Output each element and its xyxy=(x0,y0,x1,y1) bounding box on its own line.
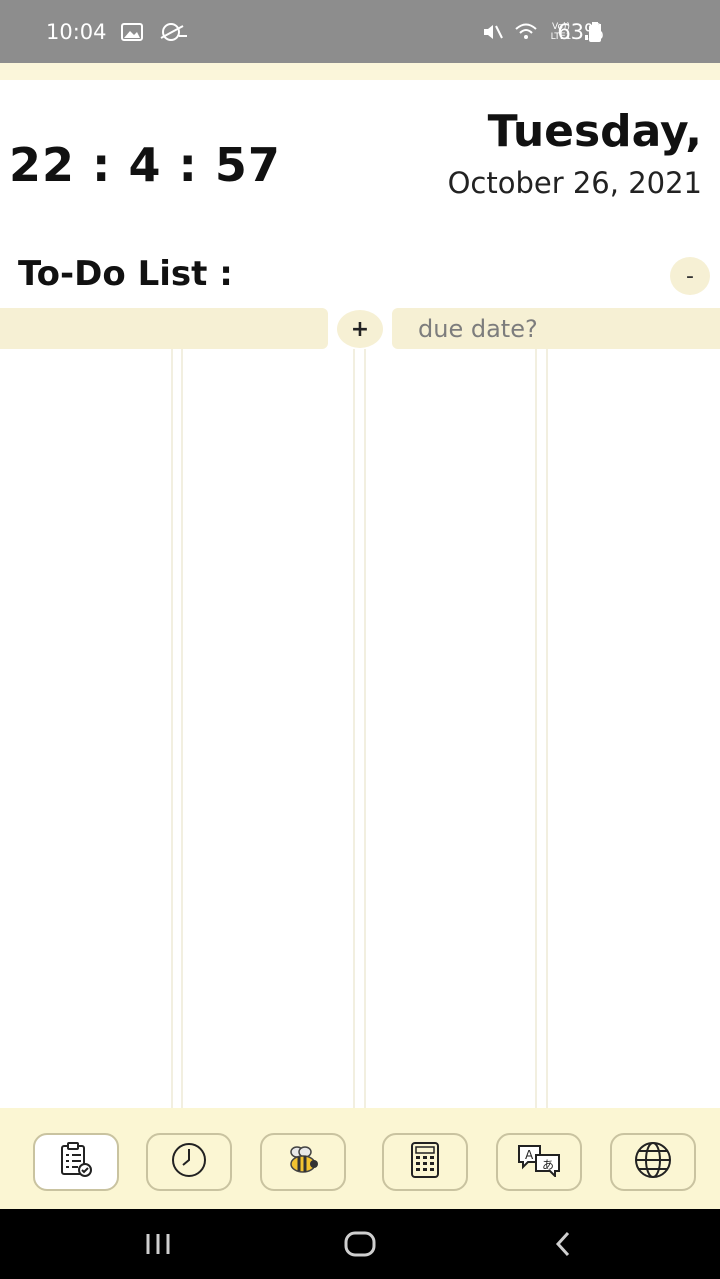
svg-text:あ: あ xyxy=(542,1158,554,1172)
remove-task-button[interactable]: - xyxy=(670,257,710,295)
globe-icon xyxy=(633,1140,673,1184)
status-time: 10:04 xyxy=(46,19,107,44)
back-icon[interactable] xyxy=(548,1222,578,1266)
column-divider xyxy=(171,349,173,1108)
wifi-icon xyxy=(514,22,538,42)
svg-text:A: A xyxy=(525,1148,534,1162)
gallery-icon xyxy=(120,22,143,41)
top-strip xyxy=(0,63,720,80)
clock-icon xyxy=(170,1141,208,1183)
column-divider xyxy=(181,349,183,1108)
status-bar: 10:04 Vo)) LTE1 63% xyxy=(0,0,720,63)
nav-bee-button[interactable] xyxy=(260,1133,346,1191)
mute-icon xyxy=(482,22,504,42)
status-left: 10:04 xyxy=(46,0,189,63)
notification-app-icon xyxy=(157,22,189,42)
battery-icon xyxy=(589,22,601,42)
clock-display: 22 : 4 : 57 xyxy=(9,138,281,192)
day-of-week: Tuesday, xyxy=(487,106,702,157)
nav-clock-button[interactable] xyxy=(146,1133,232,1191)
column-divider xyxy=(364,349,366,1108)
todo-list-title: To-Do List : xyxy=(18,254,233,294)
nav-globe-button[interactable] xyxy=(610,1133,696,1191)
column-divider xyxy=(535,349,537,1108)
column-divider xyxy=(353,349,355,1108)
recent-apps-icon[interactable] xyxy=(140,1222,176,1266)
calculator-icon xyxy=(410,1141,440,1183)
task-input[interactable] xyxy=(0,308,328,349)
translate-icon: A あ xyxy=(516,1143,562,1181)
full-date: October 26, 2021 xyxy=(447,166,702,200)
add-task-button[interactable]: + xyxy=(337,310,383,348)
bee-icon xyxy=(285,1145,321,1179)
due-date-input[interactable] xyxy=(392,308,720,349)
home-icon[interactable] xyxy=(340,1222,380,1266)
column-divider xyxy=(546,349,548,1108)
clipboard-check-icon xyxy=(59,1141,93,1183)
nav-calculator-button[interactable] xyxy=(382,1133,468,1191)
nav-translate-button[interactable]: A あ xyxy=(496,1133,582,1191)
nav-todo-list-button[interactable] xyxy=(33,1133,119,1191)
